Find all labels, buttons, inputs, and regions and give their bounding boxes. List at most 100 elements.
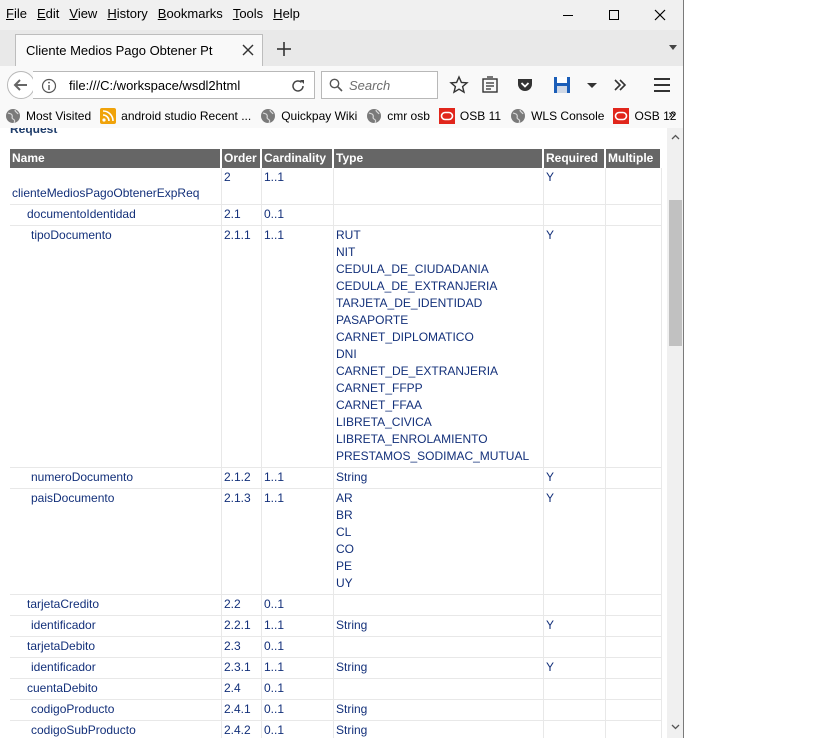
cell-multiple (606, 616, 662, 637)
table-row: cuentaDebito 2.4 0..1 (10, 679, 662, 700)
table-row: tipoDocumento 2.1.1 1..1 RUT NIT CEDULA_DE_CI… (10, 226, 662, 468)
bookmarks-overflow-icon[interactable]: » (668, 108, 679, 123)
save-icon[interactable] (552, 75, 572, 95)
cell-type (334, 168, 544, 205)
cell-required (544, 721, 606, 738)
bookmark-item[interactable]: OSB 12 (613, 108, 676, 124)
field-name: clienteMediosPagoObtenerExpReq (12, 186, 200, 200)
url-text: file:///C:/workspace/wsdl2html (69, 78, 241, 93)
oracle-icon (613, 108, 630, 124)
search-bar[interactable]: Search (321, 71, 438, 99)
type-value: PASAPORTE (336, 313, 409, 327)
menu-view[interactable]: View (63, 3, 101, 25)
menu-bookmarks[interactable]: Bookmarks (152, 3, 227, 25)
info-icon[interactable] (41, 78, 57, 94)
tab-list-icon[interactable] (668, 44, 678, 52)
menu-history[interactable]: History (101, 3, 151, 25)
tab-active[interactable]: Cliente Medios Pago Obtener Pt (15, 34, 263, 66)
hamburger-menu-icon[interactable] (652, 75, 672, 95)
reading-list-icon[interactable] (480, 75, 500, 95)
bookmark-item[interactable]: Most Visited (5, 108, 91, 124)
oracle-icon (438, 108, 455, 124)
cell-cardinality: 0..1 (262, 205, 334, 226)
field-name: tarjetaDebito (27, 639, 96, 653)
cell-required (544, 595, 606, 616)
column-header-cardinality: Cardinality (262, 149, 334, 168)
type-value: CL (336, 525, 352, 539)
field-name: tipoDocumento (31, 228, 112, 242)
type-value: BR (336, 508, 353, 522)
bookmark-item[interactable]: android studio Recent ... (100, 108, 251, 124)
cell-multiple (606, 489, 662, 595)
cell-required (544, 679, 606, 700)
section-title: Request (10, 128, 58, 136)
close-window-button[interactable] (637, 0, 683, 30)
cell-required: Y (544, 468, 606, 489)
bookmark-item[interactable]: OSB 11 (438, 108, 501, 124)
cell-cardinality: 1..1 (262, 226, 334, 468)
cell-multiple (606, 205, 662, 226)
bookmark-label: cmr osb (387, 109, 430, 123)
field-name: codigoProducto (31, 702, 115, 716)
reload-icon[interactable] (290, 78, 306, 94)
bookmark-item[interactable]: WLS Console (510, 108, 604, 124)
cell-name: identificador (10, 658, 222, 679)
minimize-button[interactable] (545, 0, 591, 30)
search-placeholder: Search (349, 78, 391, 93)
cell-multiple (606, 226, 662, 468)
menu-access-key: H (107, 6, 117, 21)
type-value: String (336, 660, 368, 674)
menu-help[interactable]: Help (267, 3, 304, 25)
rss-icon (100, 108, 117, 124)
menu-tools[interactable]: Tools (227, 3, 267, 25)
new-tab-icon[interactable] (273, 38, 295, 60)
menu-access-key: H (273, 6, 283, 21)
type-value: PE (336, 559, 353, 573)
type-value: CARNET_FFPP (336, 381, 423, 395)
menu-file[interactable]: File (0, 3, 31, 25)
scroll-up-icon[interactable] (671, 134, 680, 140)
bookmark-item[interactable]: Quickpay Wiki (260, 108, 357, 124)
cell-multiple (606, 595, 662, 616)
overflow-chevron-icon[interactable] (610, 75, 630, 95)
browser-window: File Edit View History Bookmarks Tools Help Cl… (0, 0, 684, 738)
globe-icon (510, 108, 526, 124)
pocket-icon[interactable] (515, 75, 535, 95)
url-bar[interactable]: file:///C:/workspace/wsdl2html (33, 71, 315, 99)
field-name: tarjetaCredito (27, 597, 100, 611)
navigation-toolbar: file:///C:/workspace/wsdl2html Search (0, 66, 683, 105)
bookmark-label: android studio Recent ... (121, 109, 252, 123)
cell-type: AR BR CL CO PE UY (334, 489, 544, 595)
column-header-order: Order (222, 149, 262, 168)
cell-required (544, 700, 606, 721)
cell-cardinality: 0..1 (262, 595, 334, 616)
request-table: Name Order Cardinality Type Required Multiple… (10, 149, 662, 738)
type-value: CEDULA_DE_EXTRANJERIA (336, 279, 498, 293)
scrollbar-thumb[interactable] (669, 200, 682, 346)
column-header-multiple: Multiple (606, 149, 662, 168)
cell-cardinality: 1..1 (262, 658, 334, 679)
table-row: tarjetaDebito 2.3 0..1 (10, 637, 662, 658)
tab-title: Cliente Medios Pago Obtener Pt (26, 43, 213, 58)
cell-order: 2.3.1 (222, 658, 262, 679)
back-button[interactable] (7, 71, 35, 99)
type-value: NIT (336, 245, 356, 259)
cell-name: documentoIdentidad (10, 205, 222, 226)
cell-name: codigoSubProducto (10, 721, 222, 738)
scroll-down-icon[interactable] (671, 724, 680, 730)
table-header-row: Name Order Cardinality Type Required Multiple (10, 149, 662, 168)
maximize-button[interactable] (591, 0, 637, 30)
cell-order: 2.4 (222, 679, 262, 700)
column-header-type: Type (334, 149, 544, 168)
cell-type: String (334, 721, 544, 738)
menu-edit[interactable]: Edit (31, 3, 63, 25)
cell-order: 2.1.1 (222, 226, 262, 468)
dropdown-arrow-icon[interactable] (582, 75, 602, 95)
vertical-scrollbar[interactable] (667, 128, 683, 738)
bookmark-item[interactable]: cmr osb (366, 108, 430, 124)
cell-type (334, 637, 544, 658)
menu-access-key: V (69, 6, 78, 21)
bookmark-star-icon[interactable] (449, 75, 469, 95)
tab-close-icon[interactable] (240, 42, 256, 58)
cell-type: String (334, 468, 544, 489)
